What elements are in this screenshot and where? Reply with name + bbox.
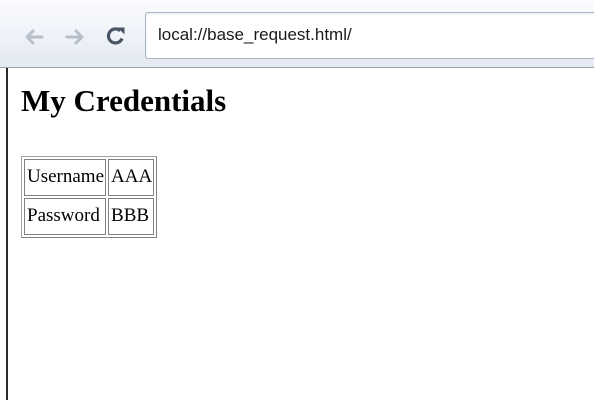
browser-toolbar: local://base_request.html/ (0, 0, 594, 68)
table-cell-value: AAA (108, 159, 155, 196)
credentials-table: Username AAA Password BBB (21, 156, 158, 238)
arrow-right-icon (65, 28, 85, 46)
table-cell-value: BBB (108, 198, 155, 235)
page-title: My Credentials (21, 83, 227, 118)
page-content: My Credentials Username AAA Password BBB (21, 68, 594, 400)
table-row: Password BBB (24, 198, 155, 235)
address-bar[interactable]: local://base_request.html/ (145, 12, 594, 59)
reload-button[interactable] (105, 25, 127, 47)
table-row: Username AAA (24, 159, 155, 196)
forward-button[interactable] (64, 26, 86, 48)
table-cell-label: Password (24, 198, 107, 235)
address-bar-url: local://base_request.html/ (158, 25, 352, 44)
browser-window: local://base_request.html/ My Credential… (0, 0, 594, 400)
back-button[interactable] (23, 26, 45, 48)
table-cell-label: Username (24, 159, 107, 196)
arrow-left-icon (24, 28, 44, 46)
reload-icon (105, 25, 127, 47)
window-left-border (0, 68, 8, 400)
